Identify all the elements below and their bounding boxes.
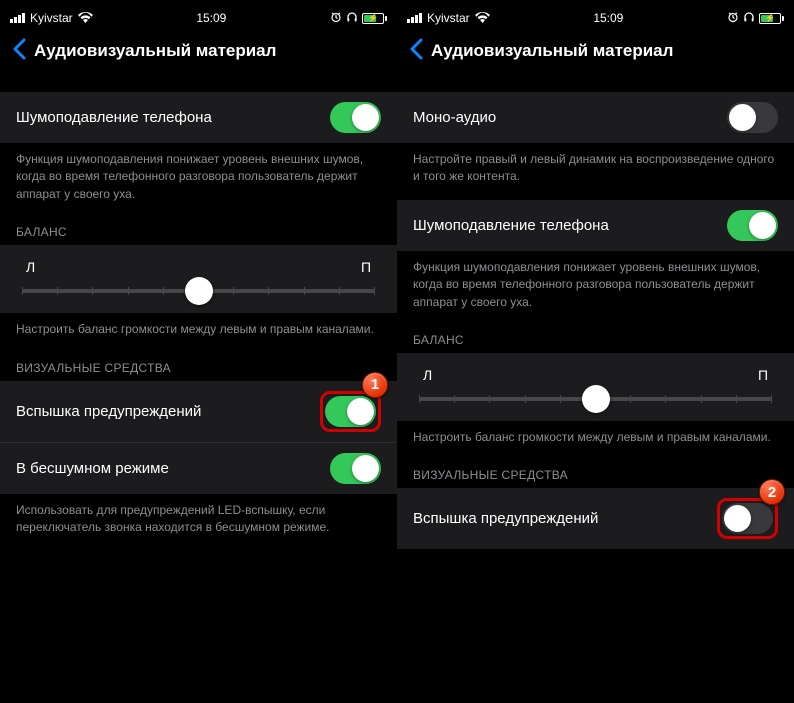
balance-slider[interactable] <box>22 289 375 293</box>
row-silent-mode: В бесшумном режиме <box>0 442 397 494</box>
callout-badge-1: 1 <box>362 372 388 398</box>
headphones-icon <box>743 11 755 26</box>
page-title: Аудиовизуальный материал <box>431 41 673 61</box>
alarm-icon <box>330 11 342 26</box>
carrier-label: Kyivstar <box>427 11 470 25</box>
visual-footer: Использовать для предупреждений LED-вспы… <box>0 494 397 551</box>
nav-header: Аудиовизуальный материал <box>397 28 794 74</box>
flash-alerts-toggle[interactable] <box>325 396 376 427</box>
callout-2: 2 <box>717 498 778 539</box>
balance-group-title: БАЛАНС <box>0 217 397 245</box>
flash-alerts-label: Вспышка предупреждений <box>16 403 320 420</box>
flash-alerts-label: Вспышка предупреждений <box>413 510 717 527</box>
callout-badge-2: 2 <box>759 479 785 505</box>
visual-group-title: ВИЗУАЛЬНЫЕ СРЕДСТВА <box>397 460 794 488</box>
screen-right: Kyivstar 15:09 ⚡ Аудиовизуальный материа… <box>397 0 794 703</box>
row-flash-alerts: Вспышка предупреждений 1 <box>0 381 397 442</box>
headphones-icon <box>346 11 358 26</box>
back-button[interactable] <box>12 38 26 64</box>
balance-group-title: БАЛАНС <box>397 325 794 353</box>
noise-cancellation-toggle[interactable] <box>330 102 381 133</box>
visual-group-title: ВИЗУАЛЬНЫЕ СРЕДСТВА <box>0 353 397 381</box>
row-noise-cancellation: Шумоподавление телефона <box>0 92 397 143</box>
signal-icon <box>10 13 25 23</box>
wifi-icon <box>78 11 93 26</box>
status-bar: Kyivstar 15:09 ⚡ <box>397 8 794 28</box>
carrier-label: Kyivstar <box>30 11 73 25</box>
noise-cancellation-label: Шумоподавление телефона <box>16 109 330 126</box>
page-title: Аудиовизуальный материал <box>34 41 276 61</box>
row-flash-alerts: Вспышка предупреждений 2 <box>397 488 794 549</box>
mono-audio-label: Моно-аудио <box>413 109 727 126</box>
balance-slider-row: Л П <box>0 245 397 313</box>
row-noise-cancellation: Шумоподавление телефона <box>397 200 794 251</box>
alarm-icon <box>727 11 739 26</box>
mono-audio-toggle[interactable] <box>727 102 778 133</box>
back-button[interactable] <box>409 38 423 64</box>
noise-cancellation-footer: Функция шумоподавления понижает уровень … <box>397 251 794 325</box>
balance-footer: Настроить баланс громкости между левым и… <box>397 421 794 460</box>
mono-audio-footer: Настройте правый и левый динамик на восп… <box>397 143 794 200</box>
flash-alerts-toggle[interactable] <box>722 503 773 534</box>
clock-label: 15:09 <box>593 11 623 25</box>
silent-mode-label: В бесшумном режиме <box>16 460 330 477</box>
battery-icon: ⚡ <box>362 13 387 24</box>
noise-cancellation-toggle[interactable] <box>727 210 778 241</box>
balance-right-label: П <box>758 367 768 383</box>
silent-mode-toggle[interactable] <box>330 453 381 484</box>
callout-1: 1 <box>320 391 381 432</box>
status-bar: Kyivstar 15:09 ⚡ <box>0 8 397 28</box>
balance-slider[interactable] <box>419 397 772 401</box>
noise-cancellation-footer: Функция шумоподавления понижает уровень … <box>0 143 397 217</box>
clock-label: 15:09 <box>196 11 226 25</box>
balance-slider-row: Л П <box>397 353 794 421</box>
row-mono-audio: Моно-аудио <box>397 92 794 143</box>
balance-left-label: Л <box>26 259 35 275</box>
wifi-icon <box>475 11 490 26</box>
signal-icon <box>407 13 422 23</box>
screen-left: Kyivstar 15:09 ⚡ Аудиовизуальный материа… <box>0 0 397 703</box>
nav-header: Аудиовизуальный материал <box>0 28 397 74</box>
balance-left-label: Л <box>423 367 432 383</box>
balance-right-label: П <box>361 259 371 275</box>
balance-footer: Настроить баланс громкости между левым и… <box>0 313 397 352</box>
battery-icon: ⚡ <box>759 13 784 24</box>
noise-cancellation-label: Шумоподавление телефона <box>413 217 727 234</box>
